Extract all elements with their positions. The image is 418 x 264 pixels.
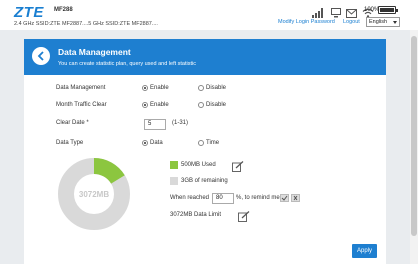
apply-button[interactable]: Apply bbox=[352, 244, 377, 258]
language-selected: English bbox=[369, 19, 388, 25]
data-type-data-radio[interactable] bbox=[142, 140, 148, 146]
cancel-remind-button[interactable] bbox=[291, 194, 300, 202]
check-icon bbox=[281, 195, 288, 201]
edit-used-icon[interactable] bbox=[232, 159, 244, 177]
edit-limit-icon[interactable] bbox=[238, 209, 250, 227]
device-model: MF288 bbox=[54, 7, 73, 13]
data-type-data-label: Data bbox=[150, 140, 163, 146]
month-traffic-disable-label: Disable bbox=[206, 102, 227, 108]
close-icon bbox=[293, 195, 298, 201]
data-management-panel: Data Management You can create statistic… bbox=[24, 39, 386, 264]
zte-logo: ZTE bbox=[14, 4, 44, 21]
page-title: Data Management bbox=[58, 47, 131, 57]
logout-link[interactable]: Logout bbox=[343, 19, 360, 25]
clear-date-label: Clear Date * bbox=[56, 120, 89, 126]
data-type-time-label: Time bbox=[206, 140, 220, 146]
month-traffic-enable-label: Enable bbox=[150, 102, 169, 108]
remaining-legend-label: 3GB of remaining bbox=[181, 178, 228, 184]
data-management-enable-label: Enable bbox=[150, 85, 169, 91]
month-traffic-clear-label: Month Traffic Clear bbox=[56, 102, 107, 108]
usage-donut-chart: 3072MB bbox=[58, 158, 130, 230]
page-subtitle: You can create statistic plan, query use… bbox=[58, 61, 196, 67]
used-legend-swatch bbox=[170, 161, 178, 169]
month-traffic-enable-radio[interactable] bbox=[142, 102, 148, 108]
donut-center-label: 3072MB bbox=[79, 190, 109, 199]
data-management-disable-radio[interactable] bbox=[198, 85, 204, 91]
clear-date-range: (1-31) bbox=[172, 120, 189, 126]
data-management-disable-label: Disable bbox=[206, 85, 227, 91]
confirm-remind-button[interactable] bbox=[280, 194, 289, 202]
data-type-label: Data Type bbox=[56, 140, 84, 146]
remind-suffix: %, to remind me bbox=[236, 195, 280, 201]
top-bar: ZTE MF288 2.4 GHz SSID:ZTE MF2887....5 G… bbox=[0, 0, 418, 30]
ssid-info: 2.4 GHz SSID:ZTE MF2887....5 GHz SSID:ZT… bbox=[14, 21, 158, 27]
used-arc bbox=[93, 158, 125, 185]
data-limit-label: 3072MB Data Limit bbox=[170, 212, 222, 218]
panel-header: Data Management You can create statistic… bbox=[24, 39, 386, 75]
used-legend-label: 500MB Used bbox=[181, 162, 216, 168]
back-button[interactable] bbox=[32, 47, 50, 65]
remaining-legend-swatch bbox=[170, 177, 178, 185]
chevron-left-icon bbox=[37, 51, 44, 61]
remind-prefix: When reached bbox=[170, 195, 210, 201]
battery-icon bbox=[378, 6, 398, 14]
language-select[interactable]: English bbox=[366, 17, 400, 27]
scrollbar-thumb[interactable] bbox=[411, 36, 417, 236]
chevron-down-icon bbox=[393, 21, 397, 24]
modify-password-link[interactable]: Modify Login Password bbox=[278, 19, 335, 25]
page-scrollbar[interactable] bbox=[410, 30, 418, 264]
data-type-time-radio[interactable] bbox=[198, 140, 204, 146]
data-management-label: Data Management bbox=[56, 85, 106, 91]
month-traffic-disable-radio[interactable] bbox=[198, 102, 204, 108]
clear-date-input[interactable]: 5 bbox=[144, 119, 166, 130]
remind-threshold-input[interactable]: 80 bbox=[212, 193, 234, 204]
data-management-enable-radio[interactable] bbox=[142, 85, 148, 91]
